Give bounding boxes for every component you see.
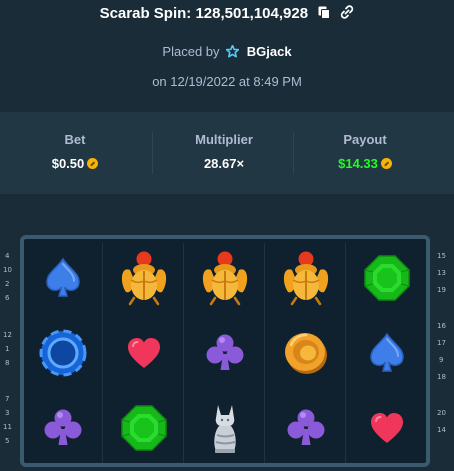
username-link[interactable]: BGjack — [247, 44, 292, 59]
placed-by: Placed by BGjack — [0, 44, 454, 61]
payline-number: 2 — [5, 280, 10, 288]
scarab-icon — [109, 243, 179, 313]
heart-icon — [352, 393, 422, 463]
reel-divider — [183, 243, 184, 463]
multiplier-label: Multiplier — [195, 132, 253, 147]
payline-number: 10 — [3, 266, 12, 274]
payline-number: 3 — [5, 409, 10, 417]
reel-divider — [102, 243, 103, 463]
multiplier-stat: Multiplier 28.67× — [149, 112, 299, 194]
club-icon — [271, 393, 341, 463]
payline-number: 6 — [5, 294, 10, 302]
heart-icon — [109, 318, 179, 388]
bet-header: Scarab Spin: 128,501,104,928 Placed by B… — [0, 0, 454, 112]
payout-stat: Payout $14.33 — [290, 112, 440, 194]
reel-divider — [345, 243, 346, 463]
spade-icon — [352, 318, 422, 388]
scarab-icon — [271, 243, 341, 313]
chip-icon — [28, 318, 98, 388]
club-icon — [28, 393, 98, 463]
bet-stat: Bet $0.50 — [0, 112, 150, 194]
copy-icon[interactable] — [318, 6, 331, 23]
payline-number: 18 — [437, 373, 446, 381]
payout-label: Payout — [343, 132, 387, 147]
placed-by-label: Placed by — [162, 44, 220, 59]
gold-coin-icon — [271, 318, 341, 388]
payline-number: 11 — [3, 423, 12, 431]
payline-number: 17 — [437, 339, 446, 347]
payline-number: 4 — [5, 252, 10, 260]
bet-value-row: $0.50 — [0, 156, 150, 171]
payline-number: 20 — [437, 409, 446, 417]
stats-bar: Bet $0.50 Multiplier 28.67× Payout $14.3… — [0, 112, 454, 194]
cat-statue-icon — [190, 393, 260, 463]
emerald-icon — [352, 243, 422, 313]
game-title: Scarab Spin: 128,501,104,928 — [99, 5, 309, 22]
payline-number: 15 — [437, 252, 446, 260]
spade-icon — [28, 243, 98, 313]
payline-number: 1 — [5, 345, 10, 353]
payline-number: 19 — [437, 286, 446, 294]
scarab-icon — [190, 243, 260, 313]
reel-divider — [264, 243, 265, 463]
bet-date: on 12/19/2022 at 8:49 PM — [152, 74, 302, 89]
title-row: Scarab Spin: 128,501,104,928 — [0, 5, 454, 23]
payline-number: 7 — [5, 395, 10, 403]
payout-value: $14.33 — [338, 156, 378, 171]
payline-number: 16 — [437, 322, 446, 330]
reels-grid — [20, 235, 430, 467]
link-icon[interactable] — [340, 5, 354, 23]
vip-star-icon — [225, 44, 240, 61]
currency-coin-icon — [380, 158, 392, 169]
bet-label: Bet — [64, 132, 86, 147]
emerald-icon — [109, 393, 179, 463]
payline-number: 14 — [437, 426, 446, 434]
payline-number: 9 — [439, 356, 444, 364]
payout-value-row: $14.33 — [290, 156, 440, 171]
bet-value: $0.50 — [51, 156, 85, 171]
payline-number: 13 — [437, 269, 446, 277]
club-icon — [190, 318, 260, 388]
currency-coin-icon — [87, 158, 99, 169]
payline-number: 12 — [3, 331, 12, 339]
multiplier-value: 28.67× — [203, 156, 245, 171]
payline-number: 8 — [5, 359, 10, 367]
payline-number: 5 — [5, 437, 10, 445]
